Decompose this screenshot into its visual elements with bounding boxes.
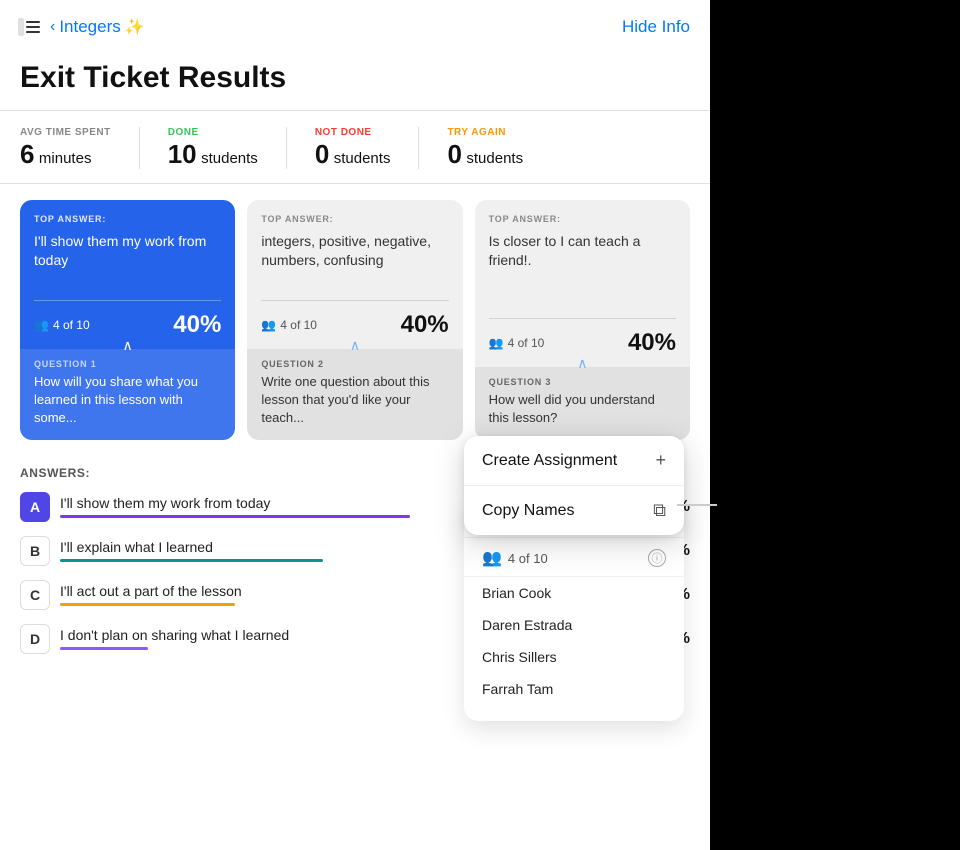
card1-percent: 40% xyxy=(173,311,221,339)
students-panel: STUDENTS: 👥 4 of 10 ⓘ Brian Cook Daren E… xyxy=(464,508,684,721)
card3-top: TOP ANSWER: Is closer to I can teach a f… xyxy=(475,200,690,319)
question-card-3[interactable]: TOP ANSWER: Is closer to I can teach a f… xyxy=(475,200,690,440)
hide-info-button[interactable]: Hide Info xyxy=(622,17,690,37)
stat-try-again: TRY AGAIN 0 students xyxy=(447,127,551,169)
card1-top-label: TOP ANSWER: xyxy=(34,214,221,224)
stat-avg-time-label: AVG TIME SPENT xyxy=(20,127,111,138)
answer-bar-d xyxy=(60,647,148,650)
student-name-1: Brian Cook xyxy=(464,577,684,609)
back-chevron-icon: ‹ xyxy=(50,18,55,36)
card1-q-label: QUESTION 1 xyxy=(34,359,221,369)
stat-try-again-label: TRY AGAIN xyxy=(447,127,523,138)
card1-count: 👥 4 of 10 xyxy=(34,318,90,332)
nav-title: Integers xyxy=(59,17,120,37)
student-name-4: Farrah Tam xyxy=(464,673,684,705)
stat-avg-time-value: 6 minutes xyxy=(20,140,111,169)
back-nav[interactable]: ‹ Integers ✨ xyxy=(50,17,145,37)
card3-q-text: How well did you understand this lesson? xyxy=(489,391,676,427)
sparkle-icon: ✨ xyxy=(125,17,145,37)
copy-names-icon: ⧉ xyxy=(653,500,666,521)
card3-answer: Is closer to I can teach a friend!. xyxy=(489,232,676,309)
create-assignment-icon: + xyxy=(655,450,666,471)
card3-count: 👥 4 of 10 xyxy=(489,336,545,350)
stat-not-done: NOT DONE 0 students xyxy=(315,127,420,169)
card2-percent: 40% xyxy=(401,311,449,339)
student-name-3: Chris Sillers xyxy=(464,641,684,673)
page-title: Exit Ticket Results xyxy=(20,60,690,96)
card3-percent: 40% xyxy=(628,329,676,357)
stat-not-done-label: NOT DONE xyxy=(315,127,391,138)
cards-row: TOP ANSWER: I'll show them my work from … xyxy=(0,184,710,452)
copy-names-item[interactable]: Copy Names ⧉ xyxy=(464,486,684,535)
answer-bar-c xyxy=(60,603,235,606)
card2-bottom[interactable]: ∧ QUESTION 2 Write one question about th… xyxy=(247,349,462,440)
answer-letter-c: C xyxy=(20,580,50,610)
stat-not-done-value: 0 students xyxy=(315,140,391,169)
people-icon2: 👥 xyxy=(261,318,276,332)
card1-bottom[interactable]: ∧ QUESTION 1 How will you share what you… xyxy=(20,349,235,440)
card2-answer: integers, positive, negative, numbers, c… xyxy=(261,232,448,290)
dropdown-popup: Create Assignment + Copy Names ⧉ xyxy=(464,436,684,535)
chevron-up-icon2: ∧ xyxy=(350,337,360,354)
card1-answer: I'll show them my work from today xyxy=(34,232,221,290)
question-card-2[interactable]: TOP ANSWER: integers, positive, negative… xyxy=(247,200,462,440)
page-title-section: Exit Ticket Results xyxy=(0,50,710,111)
stat-try-again-value: 0 students xyxy=(447,140,523,169)
stat-avg-time: AVG TIME SPENT 6 minutes xyxy=(20,127,140,169)
create-assignment-label: Create Assignment xyxy=(482,452,617,470)
header-left: ‹ Integers ✨ xyxy=(16,14,145,40)
answer-letter-d: D xyxy=(20,624,50,654)
people-icon-students: 👥 xyxy=(482,548,502,568)
card2-top: TOP ANSWER: integers, positive, negative… xyxy=(247,200,462,300)
card2-count: 👥 4 of 10 xyxy=(261,318,317,332)
card3-bottom[interactable]: ∧ QUESTION 3 How well did you understand… xyxy=(475,367,690,439)
card1-top: TOP ANSWER: I'll show them my work from … xyxy=(20,200,235,300)
main-panel: ‹ Integers ✨ Hide Info Exit Ticket Resul… xyxy=(0,0,710,850)
students-count-row: 👥 4 of 10 ⓘ xyxy=(464,538,684,577)
card2-q-text: Write one question about this lesson tha… xyxy=(261,373,448,428)
students-count: 4 of 10 xyxy=(508,551,642,566)
answer-bar-b xyxy=(60,559,323,562)
card2-top-label: TOP ANSWER: xyxy=(261,214,448,224)
copy-names-label: Copy Names xyxy=(482,502,574,520)
info-icon[interactable]: ⓘ xyxy=(648,549,666,567)
header: ‹ Integers ✨ Hide Info xyxy=(0,0,710,50)
people-icon3: 👥 xyxy=(489,336,504,350)
chevron-up-icon: ∧ xyxy=(123,337,133,354)
answer-bar-a xyxy=(60,515,410,518)
sidebar-toggle-icon[interactable] xyxy=(16,14,42,40)
card2-q-label: QUESTION 2 xyxy=(261,359,448,369)
chevron-up-icon3: ∧ xyxy=(577,355,587,372)
card1-q-text: How will you share what you learned in t… xyxy=(34,373,221,428)
student-name-2: Daren Estrada xyxy=(464,609,684,641)
stat-done: DONE 10 students xyxy=(168,127,287,169)
answer-letter-b: B xyxy=(20,536,50,566)
create-assignment-item[interactable]: Create Assignment + xyxy=(464,436,684,486)
stats-row: AVG TIME SPENT 6 minutes DONE 10 student… xyxy=(0,111,710,184)
stat-done-value: 10 students xyxy=(168,140,258,169)
question-card-1[interactable]: TOP ANSWER: I'll show them my work from … xyxy=(20,200,235,440)
card3-top-label: TOP ANSWER: xyxy=(489,214,676,224)
connector-line xyxy=(677,504,717,506)
answer-letter-a: A xyxy=(20,492,50,522)
card3-q-label: QUESTION 3 xyxy=(489,377,676,387)
stat-done-label: DONE xyxy=(168,127,258,138)
people-icon: 👥 xyxy=(34,318,49,332)
